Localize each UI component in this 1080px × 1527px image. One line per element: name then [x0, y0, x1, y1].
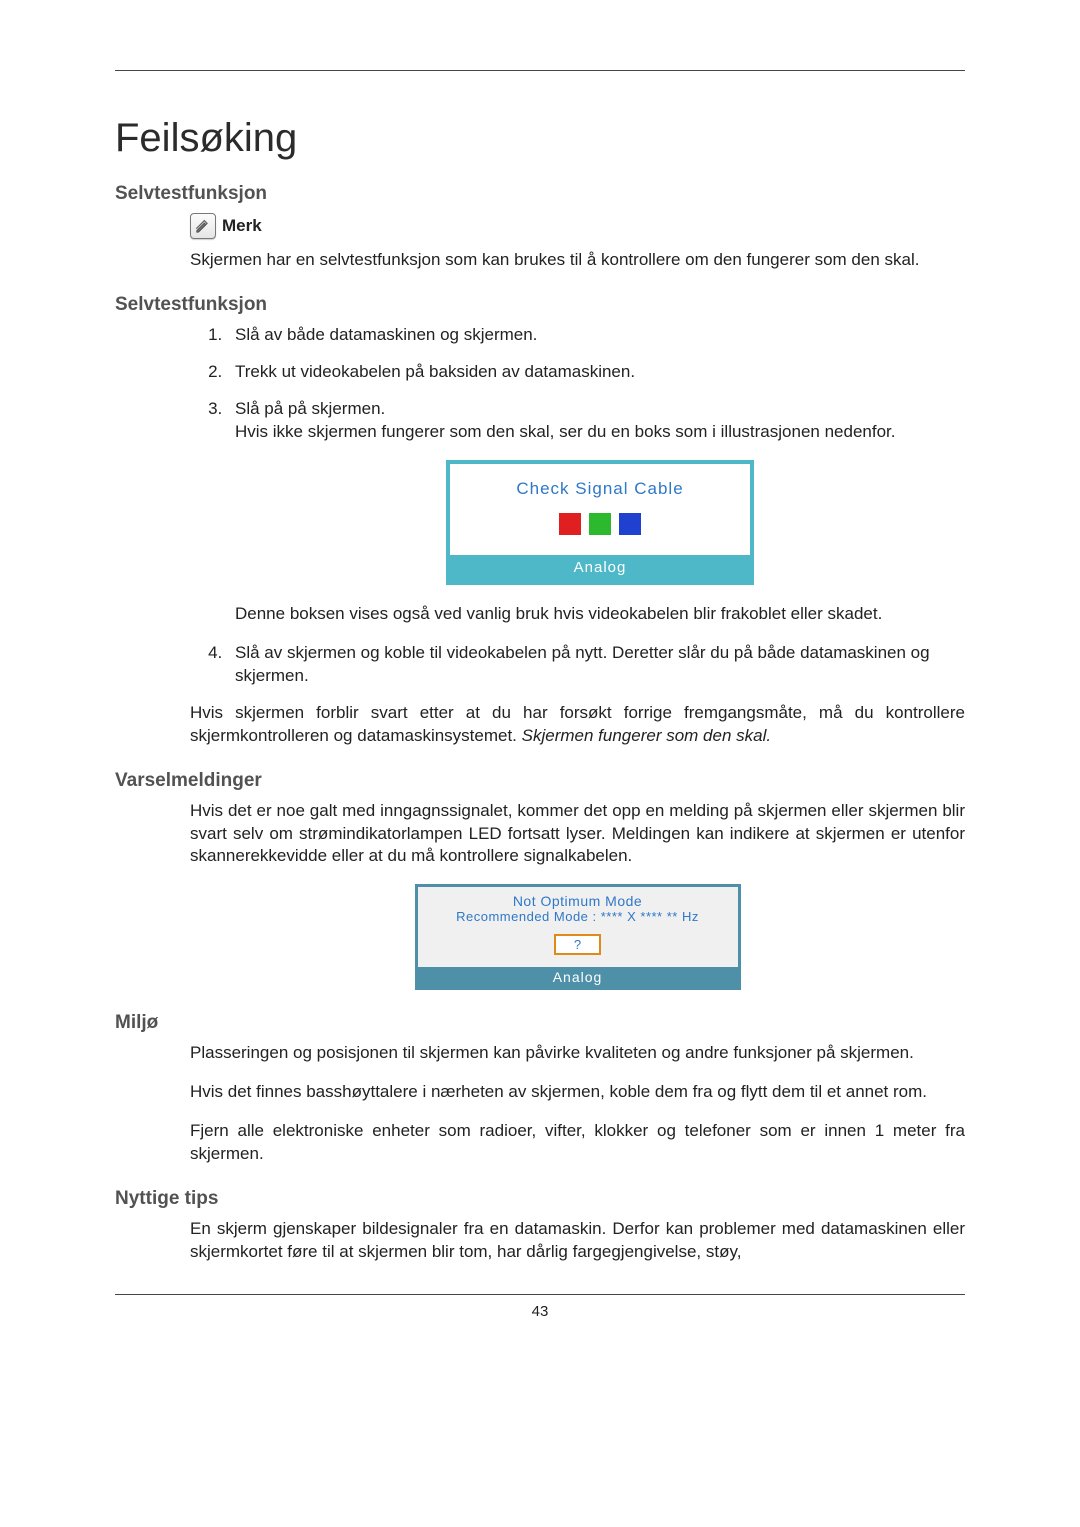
page-number: 43: [115, 1303, 965, 1320]
section-env: Miljø: [115, 1012, 965, 1034]
osd-check-signal: Check Signal Cable Analog: [446, 460, 754, 585]
note-block: Merk Skjermen har en selvtestfunksjon so…: [190, 213, 965, 272]
env-p2: Hvis det finnes basshøyttalere i nærhete…: [190, 1081, 965, 1104]
osd1-title: Check Signal Cable: [450, 478, 750, 501]
step-2: Trekk ut videokabelen på baksiden av dat…: [227, 361, 965, 384]
selftest-outro-italic: Skjermen fungerer som den skal.: [522, 726, 771, 745]
osd2-bar: Analog: [418, 967, 738, 987]
step-3: Slå på på skjermen. Hvis ikke skjermen f…: [227, 398, 965, 626]
osd2-button: ?: [554, 934, 601, 955]
selftest-intro: Skjermen har en selvtestfunksjon som kan…: [190, 249, 965, 272]
note-row: Merk: [190, 213, 965, 239]
step-3-sub: Hvis ikke skjermen fungerer som den skal…: [235, 421, 965, 444]
osd-not-optimum-wrap: Not Optimum Mode Recommended Mode : ****…: [190, 884, 965, 990]
bottom-rule: [115, 1294, 965, 1295]
env-p1: Plasseringen og posisjonen til skjermen …: [190, 1042, 965, 1065]
warnings-body: Hvis det er noe galt med inngagnssignale…: [190, 800, 965, 869]
tips-p1: En skjerm gjenskaper bildesignaler fra e…: [190, 1218, 965, 1264]
section-selftest-a: Selvtestfunksjon: [115, 183, 965, 205]
section-warnings: Varselmeldinger: [115, 770, 965, 792]
top-rule: [115, 70, 965, 71]
step-1: Slå av både datamaskinen og skjermen.: [227, 324, 965, 347]
osd2-line2: Recommended Mode : **** X **** ** Hz: [426, 909, 730, 924]
osd-check-signal-wrap: Check Signal Cable Analog: [235, 460, 965, 585]
selftest-outro: Hvis skjermen forblir svart etter at du …: [190, 702, 965, 748]
section-tips: Nyttige tips: [115, 1188, 965, 1210]
osd-not-optimum: Not Optimum Mode Recommended Mode : ****…: [415, 884, 741, 990]
step-2-text: Trekk ut videokabelen på baksiden av dat…: [235, 362, 635, 381]
step-3-text: Slå på på skjermen.: [235, 399, 385, 418]
step-4-text: Slå av skjermen og koble til videokabele…: [235, 643, 930, 685]
step-4: Slå av skjermen og koble til videokabele…: [227, 642, 965, 688]
note-label: Merk: [222, 216, 262, 236]
note-icon: [190, 213, 216, 239]
steps-list: Slå av både datamaskinen og skjermen. Tr…: [115, 324, 965, 688]
env-p3: Fjern alle elektroniske enheter som radi…: [190, 1120, 965, 1166]
step-3-after: Denne boksen vises også ved vanlig bruk …: [235, 603, 965, 626]
section-selftest-b: Selvtestfunksjon: [115, 294, 965, 316]
document-page: Feilsøking Selvtestfunksjon Merk Skjerme…: [0, 0, 1080, 1527]
osd2-line1: Not Optimum Mode: [426, 893, 730, 909]
osd1-square-blue: [619, 513, 641, 535]
osd1-square-green: [589, 513, 611, 535]
osd1-square-red: [559, 513, 581, 535]
page-title: Feilsøking: [115, 116, 965, 161]
step-1-text: Slå av både datamaskinen og skjermen.: [235, 325, 537, 344]
osd1-colors: [450, 513, 750, 535]
selftest-outro-text: Hvis skjermen forblir svart etter at du …: [190, 702, 965, 748]
osd1-bar: Analog: [450, 555, 750, 581]
